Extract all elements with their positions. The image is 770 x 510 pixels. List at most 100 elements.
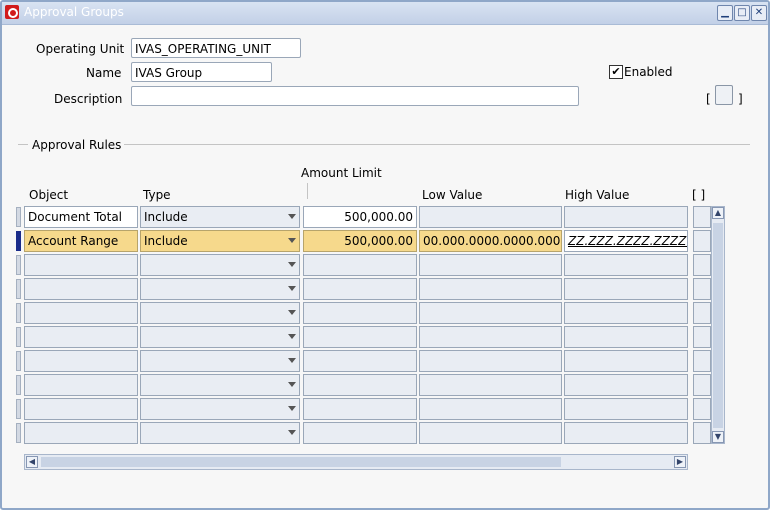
type-cell[interactable]: [140, 302, 300, 324]
amount-cell[interactable]: [303, 326, 417, 348]
enabled-checkbox[interactable]: ✔: [609, 65, 623, 79]
flex-cell[interactable]: [693, 422, 711, 444]
high-value-cell[interactable]: [564, 422, 688, 444]
low-value-cell[interactable]: [419, 374, 562, 396]
high-value-cell[interactable]: [564, 398, 688, 420]
flex-cell[interactable]: [693, 374, 711, 396]
object-cell[interactable]: Document Total: [24, 206, 138, 228]
dropdown-arrow-icon[interactable]: [288, 430, 296, 435]
name-field[interactable]: IVAS Group: [131, 62, 272, 82]
row-indicator[interactable]: [16, 279, 21, 299]
amount-cell[interactable]: [303, 278, 417, 300]
low-value-cell[interactable]: [419, 206, 562, 228]
dropdown-arrow-icon[interactable]: [288, 382, 296, 387]
type-cell[interactable]: [140, 374, 300, 396]
type-cell[interactable]: [140, 326, 300, 348]
row-indicator[interactable]: [16, 423, 21, 443]
oracle-app-icon: [5, 5, 19, 19]
type-cell[interactable]: [140, 350, 300, 372]
dropdown-arrow-icon[interactable]: [288, 334, 296, 339]
dropdown-arrow-icon[interactable]: [288, 358, 296, 363]
high-value-cell[interactable]: [564, 206, 688, 228]
row-indicator[interactable]: [16, 327, 21, 347]
row-indicator[interactable]: [16, 303, 21, 323]
low-value-cell[interactable]: [419, 302, 562, 324]
flex-cell[interactable]: [693, 350, 711, 372]
object-cell[interactable]: [24, 422, 138, 444]
low-value-cell[interactable]: [419, 350, 562, 372]
object-cell[interactable]: [24, 398, 138, 420]
scroll-up-icon[interactable]: ▲: [712, 207, 724, 219]
low-value-cell[interactable]: [419, 326, 562, 348]
low-value-cell[interactable]: 00.000.0000.0000.0000: [419, 230, 562, 252]
dropdown-arrow-icon[interactable]: [288, 214, 296, 219]
type-cell[interactable]: Include: [140, 230, 300, 252]
object-cell[interactable]: Account Range: [24, 230, 138, 252]
scroll-down-icon[interactable]: ▼: [712, 431, 724, 443]
high-value-cell[interactable]: [564, 302, 688, 324]
type-cell[interactable]: [140, 254, 300, 276]
flex-cell[interactable]: [693, 278, 711, 300]
row-indicator[interactable]: [16, 399, 21, 419]
name-label: Name: [86, 66, 122, 80]
scroll-left-icon[interactable]: ◀: [26, 456, 38, 468]
close-icon[interactable]: ✕: [751, 5, 767, 21]
flex-cell[interactable]: [693, 326, 711, 348]
high-value-cell[interactable]: ZZ.ZZZ.ZZZZ.ZZZZ.ZZ: [564, 230, 688, 252]
vertical-scroll-thumb[interactable]: [713, 223, 723, 428]
high-value-cell[interactable]: [564, 326, 688, 348]
flex-cell[interactable]: [693, 206, 711, 228]
row-indicator[interactable]: [16, 207, 21, 227]
minimize-icon[interactable]: ▁: [717, 5, 733, 21]
maximize-icon[interactable]: □: [734, 5, 750, 21]
object-cell[interactable]: [24, 254, 138, 276]
type-cell[interactable]: [140, 398, 300, 420]
amount-cell[interactable]: [303, 398, 417, 420]
row-indicator[interactable]: [16, 375, 21, 395]
high-value-cell[interactable]: [564, 374, 688, 396]
low-value-cell[interactable]: [419, 278, 562, 300]
low-value-cell[interactable]: [419, 398, 562, 420]
object-cell[interactable]: [24, 374, 138, 396]
dropdown-arrow-icon[interactable]: [288, 406, 296, 411]
flex-cell[interactable]: [693, 302, 711, 324]
dropdown-arrow-icon[interactable]: [288, 310, 296, 315]
low-value-cell[interactable]: [419, 254, 562, 276]
row-indicator[interactable]: [16, 255, 21, 275]
vertical-scrollbar[interactable]: ▲ ▼: [711, 206, 725, 444]
description-field[interactable]: [131, 86, 579, 106]
flex-cell[interactable]: [693, 254, 711, 276]
amount-cell[interactable]: [303, 350, 417, 372]
amount-limit-header: Amount Limit: [301, 166, 382, 180]
type-value: Include: [144, 210, 188, 224]
type-cell[interactable]: Include: [140, 206, 300, 228]
object-cell[interactable]: [24, 350, 138, 372]
flexfield-button[interactable]: [715, 85, 733, 105]
type-cell[interactable]: [140, 422, 300, 444]
object-cell[interactable]: [24, 302, 138, 324]
operating-unit-field[interactable]: IVAS_OPERATING_UNIT: [131, 38, 301, 58]
low-value-cell[interactable]: [419, 422, 562, 444]
horizontal-scroll-thumb[interactable]: [41, 457, 561, 467]
dropdown-arrow-icon[interactable]: [288, 286, 296, 291]
amount-cell[interactable]: [303, 254, 417, 276]
dropdown-arrow-icon[interactable]: [288, 262, 296, 267]
amount-cell[interactable]: 500,000.00: [303, 230, 417, 252]
row-indicator[interactable]: [16, 351, 21, 371]
row-indicator-active[interactable]: [16, 231, 21, 251]
amount-cell[interactable]: [303, 374, 417, 396]
type-cell[interactable]: [140, 278, 300, 300]
high-value-cell[interactable]: [564, 278, 688, 300]
horizontal-scrollbar[interactable]: ◀ ▶: [24, 454, 688, 470]
flex-cell[interactable]: [693, 398, 711, 420]
object-cell[interactable]: [24, 278, 138, 300]
flex-cell[interactable]: [693, 230, 711, 252]
dropdown-arrow-icon[interactable]: [288, 238, 296, 243]
high-value-cell[interactable]: [564, 254, 688, 276]
amount-cell[interactable]: [303, 422, 417, 444]
amount-cell[interactable]: [303, 302, 417, 324]
high-value-cell[interactable]: [564, 350, 688, 372]
scroll-right-icon[interactable]: ▶: [674, 456, 686, 468]
amount-cell[interactable]: 500,000.00: [303, 206, 417, 228]
object-cell[interactable]: [24, 326, 138, 348]
